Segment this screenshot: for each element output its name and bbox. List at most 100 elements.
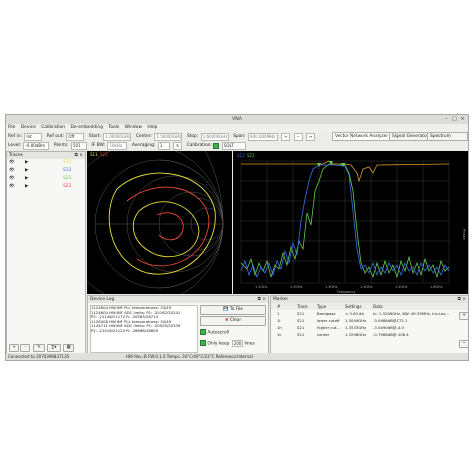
plot-x-tick-label: 1.1GHz xyxy=(255,285,268,289)
visibility-eye-icon[interactable]: 👁 xyxy=(9,167,15,175)
only-keep-label: Only keep xyxy=(207,341,230,347)
only-keep-input[interactable]: 200 xyxy=(231,339,244,347)
start-label: Start: xyxy=(88,134,101,139)
calibration-label: Calibration: xyxy=(186,143,213,148)
ref-in-select[interactable]: Int xyxy=(24,132,43,141)
full-span-icon[interactable]: ↔ xyxy=(306,132,316,141)
menu-de-embedding[interactable]: De-embedding xyxy=(68,124,105,132)
magnitude-plot[interactable]: S12 S21 1.1GHz 1.2GHz 1.3GHz 1.4GHz 1.5GHz 1.… xyxy=(233,151,468,294)
play-icon[interactable]: ▶ xyxy=(25,175,28,183)
panel-float-close-icon[interactable]: ⧉ × xyxy=(75,152,83,159)
to-file-button[interactable]: 💾 To File xyxy=(200,305,266,315)
ref-out-label: Ref out: xyxy=(46,134,64,139)
trace-row[interactable]: 👁 ▶ S21 xyxy=(7,175,85,183)
marker-cell-type: higher cut... xyxy=(317,325,340,330)
marker-panel: Marker ⧉ × # Trace Type Settings Data 1 S… xyxy=(270,295,468,354)
menu-help[interactable]: Help xyxy=(145,124,159,132)
menu-calibration[interactable]: Calibration xyxy=(39,124,67,132)
remove-trace-button[interactable]: - xyxy=(20,344,30,352)
ref-in-label: Ref in: xyxy=(8,134,22,139)
menu-device[interactable]: Device xyxy=(19,124,38,132)
marker-cell-settings: 1.3533GHz xyxy=(345,325,367,330)
clear-icon: ✖ xyxy=(224,318,229,323)
calibration-select[interactable]: SOLT xyxy=(221,141,246,150)
autoscroll-checkbox[interactable] xyxy=(200,329,206,335)
tab-signal-generator[interactable]: Signal Generator xyxy=(389,132,432,141)
log-line: P2: -21016/21124 R: -28668/28609 xyxy=(91,327,159,333)
tab-spectrum-analyzer[interactable]: Spectrum Analyzer xyxy=(427,132,468,146)
autoscroll-label: Autoscroll xyxy=(207,330,230,336)
smith-chart[interactable]: S11 S22 xyxy=(62,115,232,305)
trace-name: S21 xyxy=(63,176,72,181)
marker-cell-settings: 1.3049GHz xyxy=(345,318,367,323)
menu-tools[interactable]: Tools xyxy=(106,124,121,132)
device-log-panel: Device Log ⧉ × 1124604 HW:INF PLL temper… xyxy=(87,295,269,354)
add-marker-button[interactable]: + xyxy=(459,312,468,320)
play-icon[interactable]: ▶ xyxy=(25,183,28,191)
only-keep-checkbox[interactable] xyxy=(200,340,206,346)
marker-cell-type: Bandpass xyxy=(317,311,336,316)
points-input[interactable]: 501 xyxy=(70,141,87,150)
play-icon[interactable]: ▶ xyxy=(25,167,28,175)
tab-vector-network-analyzer[interactable]: Vector Network Analyzer xyxy=(332,132,392,141)
close-icon[interactable]: × xyxy=(459,116,466,123)
device-log-text[interactable]: 1124604 HW:INF PLL temperatures: 34/49 11… xyxy=(90,305,198,353)
plot-x-axis-label: Frequency xyxy=(337,290,356,294)
trace-list: 👁 ▶ S11 👁 ▶ S12 👁 ▶ S21 👁 ▶ S22 xyxy=(7,159,85,191)
ifbw-input[interactable]: 10kHz xyxy=(107,141,128,150)
marker-row[interactable]: 1 S21 Bandpass < 3.00 db fc: 1.3296GHz, BW: … xyxy=(271,311,468,317)
trace-row[interactable]: 👁 ▶ S11 xyxy=(7,159,85,167)
zoom-in-icon[interactable]: + xyxy=(281,132,291,141)
menu-file[interactable]: File xyxy=(6,124,17,132)
device-info-status: HW Rev.:B FW:0.1.0 Temps: 34°C/49°C/23°C… xyxy=(126,354,253,359)
expand-trace-button[interactable]: ▦ xyxy=(63,344,74,352)
zoom-out-icon[interactable]: − xyxy=(293,132,303,141)
menu-window[interactable]: Window xyxy=(123,124,144,132)
level-label: Level: xyxy=(8,143,22,148)
marker-cell-num: 1c xyxy=(277,332,282,337)
traces-panel: Traces ⧉ × 👁 ▶ S11 👁 ▶ S12 👁 ▶ S21 👁 ▶ S22 + - ✎ ∑▾… xyxy=(6,151,86,354)
smith-legend-s11: S11 xyxy=(90,152,98,157)
ref-out-select[interactable]: Off xyxy=(66,132,85,141)
averaging-input[interactable]: 1 xyxy=(157,141,170,150)
marker-row[interactable]: 1c S21 center 1.3296GHz -0.7966dB@-106.4 xyxy=(271,332,468,338)
trace-row[interactable]: 👁 ▶ S22 xyxy=(7,183,85,191)
calibration-enabled-checkbox[interactable] xyxy=(213,142,220,149)
smith-grid xyxy=(62,115,224,305)
trace-row[interactable]: 👁 ▶ S12 xyxy=(7,167,85,175)
add-trace-button[interactable]: + xyxy=(9,344,19,352)
marker-cell-data: -3.0988dB@172.1 xyxy=(373,318,408,323)
visibility-eye-icon[interactable]: 👁 xyxy=(9,159,15,167)
stop-input[interactable]: 1.60000GHz xyxy=(200,132,229,141)
edit-trace-button[interactable]: ✎ xyxy=(33,344,45,352)
clear-label: Clear xyxy=(229,318,242,323)
clear-button[interactable]: ✖ Clear xyxy=(200,316,266,326)
center-input[interactable]: 1.50000GHz xyxy=(154,132,183,141)
smith-chart-svg: S11 S22 xyxy=(62,115,224,305)
marker-row[interactable]: 1h S21 higher cut... 1.3533GHz -3.0490dB@-4.… xyxy=(271,325,468,331)
maximize-icon[interactable]: □ xyxy=(451,116,458,123)
marker-row[interactable]: 1l S21 lower cutoff 1.3049GHz -3.0988dB@172.… xyxy=(271,318,468,324)
plot-x-tick-label: 1.4GHz xyxy=(360,285,373,289)
span-input[interactable]: 600.000MHz xyxy=(248,132,279,141)
autoscroll-row: Autoscroll xyxy=(200,329,229,336)
plot-x-tick-label: 1.2GHz xyxy=(290,285,303,289)
smith-traces xyxy=(108,172,216,275)
acquisition-toolbar: Level: -0.00dBm Points: 501 IF BW: 10kHz… xyxy=(6,141,468,150)
visibility-eye-icon[interactable]: 👁 xyxy=(9,175,15,183)
ifbw-label: IF BW: xyxy=(91,143,106,148)
averaging-reset-icon[interactable]: ↻ xyxy=(173,141,183,150)
visibility-eye-icon[interactable]: 👁 xyxy=(9,183,15,191)
minimize-icon[interactable]: – xyxy=(443,116,450,123)
marker-cell-num: 1l xyxy=(277,318,281,323)
remove-marker-button[interactable]: − xyxy=(459,340,468,348)
traces-title: Traces xyxy=(9,153,23,158)
marker-col-type: Type xyxy=(317,304,327,309)
to-file-label: To File xyxy=(229,307,243,312)
level-input[interactable]: -0.00dBm xyxy=(23,141,50,150)
panel-float-close-icon[interactable]: ⧉ × xyxy=(458,296,466,303)
panel-float-close-icon[interactable]: ⧉ × xyxy=(258,296,266,303)
start-input[interactable]: 1.00000GHz xyxy=(103,132,132,141)
math-trace-button[interactable]: ∑▾ xyxy=(47,344,61,352)
play-icon[interactable]: ▶ xyxy=(25,159,28,167)
